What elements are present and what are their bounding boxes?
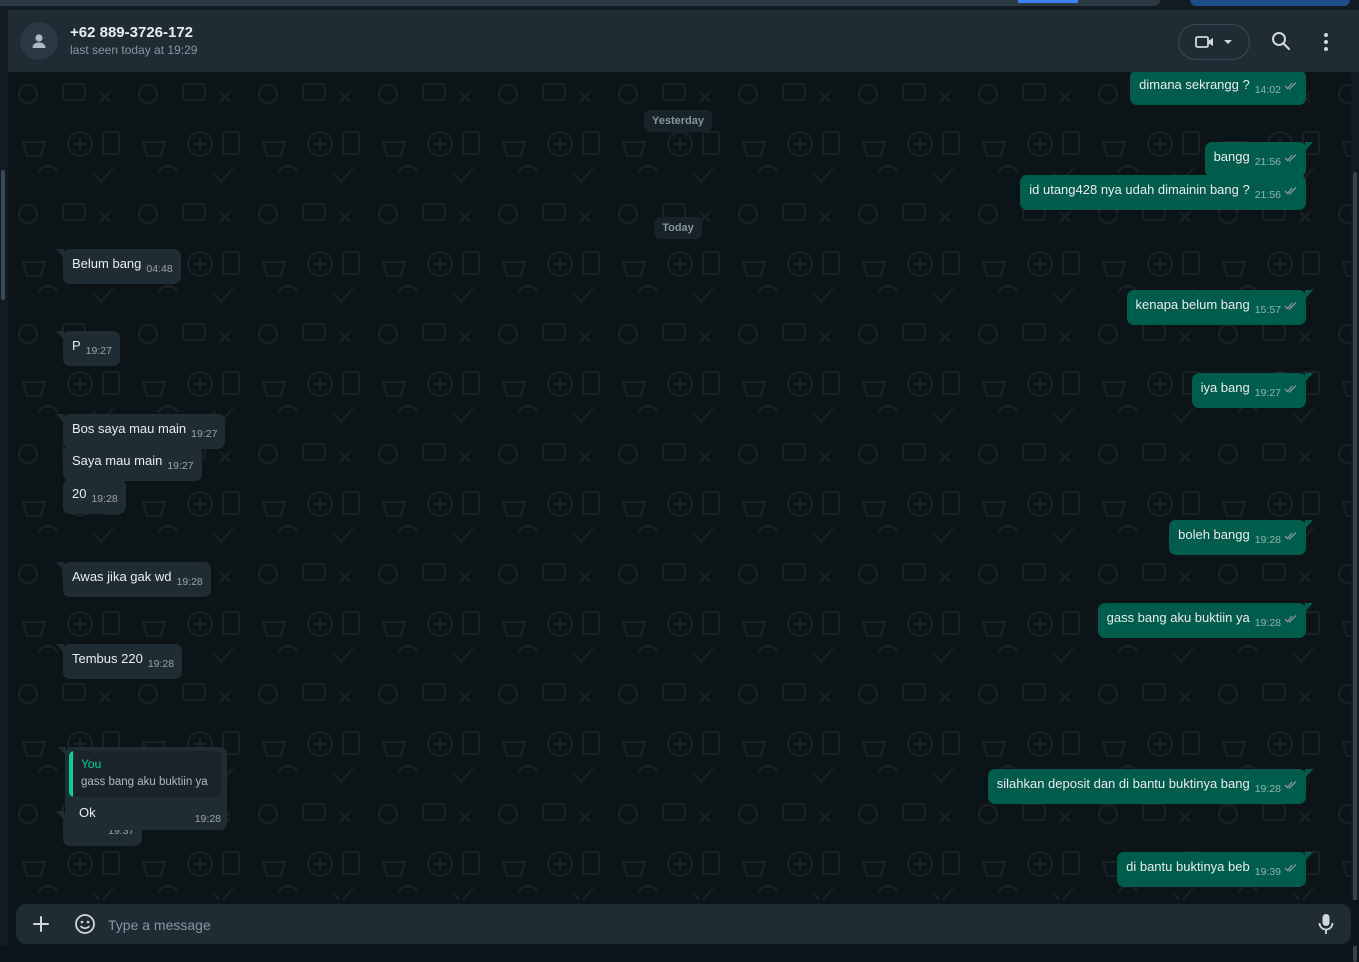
read-receipt-icon [1284,82,1297,90]
chevron-down-icon [1224,40,1232,44]
message-time: 19:39 [1254,866,1281,878]
message-time: 19:27 [191,428,218,440]
message-text: boleh bangg [1178,527,1250,542]
read-receipt-icon [1284,532,1297,540]
composer-box [16,904,1351,944]
emoji-sticker-button[interactable] [74,913,96,935]
browser-top-strip [0,0,1359,10]
message-time: 19:28 [1254,783,1281,795]
search-icon [1272,32,1291,51]
quoted-text: gass bang aku buktiin ya [81,776,208,788]
message-time: 19:28 [147,658,175,670]
outgoing-message[interactable]: di bantu buktinya beb 19:39 [1117,852,1313,887]
incoming-message[interactable]: Bos saya mau main 19:27 [55,414,226,449]
message-time: 15:57 [1254,304,1281,316]
reply-time: 19:28 [194,813,221,825]
read-receipt-icon [1284,154,1297,162]
message-time: 19:27 [1254,387,1281,399]
message-time: 19:27 [85,345,112,357]
incoming-message[interactable]: Belum bang 04:48 [56,249,181,284]
contact-avatar[interactable] [20,22,58,60]
message-text: Belum bang [72,256,142,271]
message-time: 19:28 [1254,534,1281,546]
message-text: iya bang [1200,380,1250,395]
message-time: 19:27 [167,460,194,472]
outgoing-message[interactable]: bangg 21:56 [1204,142,1314,177]
read-receipt-icon [1284,615,1297,623]
contact-name[interactable]: +62 889-3726-172 [70,24,193,41]
sticker-icon [75,914,95,934]
message-text: Tembus 220 [72,651,143,666]
video-call-button[interactable] [1178,24,1250,60]
incoming-message[interactable]: P 19:27 [56,331,120,366]
quote-accent-bar [69,751,73,797]
message-text: P [72,338,81,353]
message-time: 19:28 [1254,617,1281,629]
message-text: silahkan deposit dan di bantu buktinya b… [996,776,1250,791]
outgoing-message[interactable]: silahkan deposit dan di bantu buktinya b… [987,769,1314,804]
message-time: 14:02 [1254,84,1281,96]
read-receipt-icon [1284,385,1297,393]
message-list[interactable]: Yesterday Today dimana sekrangg ? 14:02 bang… [8,72,1351,900]
date-divider-today: Today [654,217,702,239]
composer-bar [8,900,1359,946]
person-icon [32,34,46,48]
incoming-message[interactable]: Tembus 220 19:28 [55,644,183,679]
left-scroll-thumb[interactable] [1,170,5,300]
attach-button[interactable] [31,914,51,934]
quoted-message[interactable]: You gass bang aku buktiin ya [69,751,221,797]
plus-icon [33,916,49,932]
outgoing-message[interactable]: dimana sekrangg ? 14:02 [1130,72,1306,105]
message-text: Saya mau main [72,453,163,468]
read-receipt-icon [1284,302,1297,310]
message-text: di bantu buktinya beb [1126,859,1250,874]
voice-message-button[interactable] [1316,913,1336,935]
quoted-author: You [81,757,102,771]
active-indicator [1018,0,1078,3]
message-text: bangg [1213,149,1250,164]
message-text: kenapa belum bang [1135,297,1250,312]
outgoing-message[interactable]: gass bang aku buktiin ya 19:28 [1097,603,1314,638]
read-receipt-icon [1284,187,1297,195]
tab-bar [0,0,1160,6]
message-text: dimana sekrangg ? [1139,77,1250,92]
incoming-message[interactable]: 20 19:28 [63,479,126,514]
chat-header: +62 889-3726-172 last seen today at 19:2… [8,10,1359,72]
video-call-icon [1195,36,1213,48]
chat-scrollbar[interactable] [1351,72,1359,962]
outgoing-message[interactable]: id utang428 nya udah dimainin bang ? 21:5… [1020,175,1306,210]
reply-message-bubble[interactable]: You gass bang aku buktiin ya Ok 19:28 [58,747,227,830]
message-text: Awas jika gak wd [72,569,172,584]
outgoing-message[interactable]: kenapa belum bang 15:57 [1126,290,1314,325]
mic-icon [1318,914,1334,934]
read-receipt-icon [1284,781,1297,789]
message-time: 19:28 [176,576,203,588]
left-panel-edge [0,10,8,946]
search-button[interactable] [1270,30,1294,54]
read-receipt-icon [1284,864,1297,872]
contact-last-seen: last seen today at 19:29 [70,43,198,57]
message-text: 20 [72,486,87,501]
menu-button[interactable] [1316,30,1336,54]
window-control-bar [1190,0,1350,6]
message-time: 19:28 [91,493,118,505]
date-divider-yesterday: Yesterday [644,110,712,132]
reply-text: Ok [79,805,96,820]
message-text: gass bang aku buktiin ya [1106,610,1250,625]
incoming-message[interactable]: Awas jika gak wd 19:28 [56,562,211,597]
message-input[interactable] [106,910,1290,940]
more-vert-icon [1324,33,1328,51]
message-time: 21:56 [1254,156,1281,168]
incoming-message[interactable]: Saya mau main 19:27 [63,446,202,481]
message-text: id utang428 nya udah dimainin bang ? [1029,182,1250,197]
message-time: 21:56 [1254,189,1281,201]
outgoing-message[interactable]: boleh bangg 19:28 [1169,520,1313,555]
chat-scroll-thumb[interactable] [1353,172,1357,962]
outgoing-message[interactable]: iya bang 19:27 [1191,373,1314,408]
message-text: Bos saya mau main [72,421,187,436]
message-time: 04:48 [146,263,173,275]
